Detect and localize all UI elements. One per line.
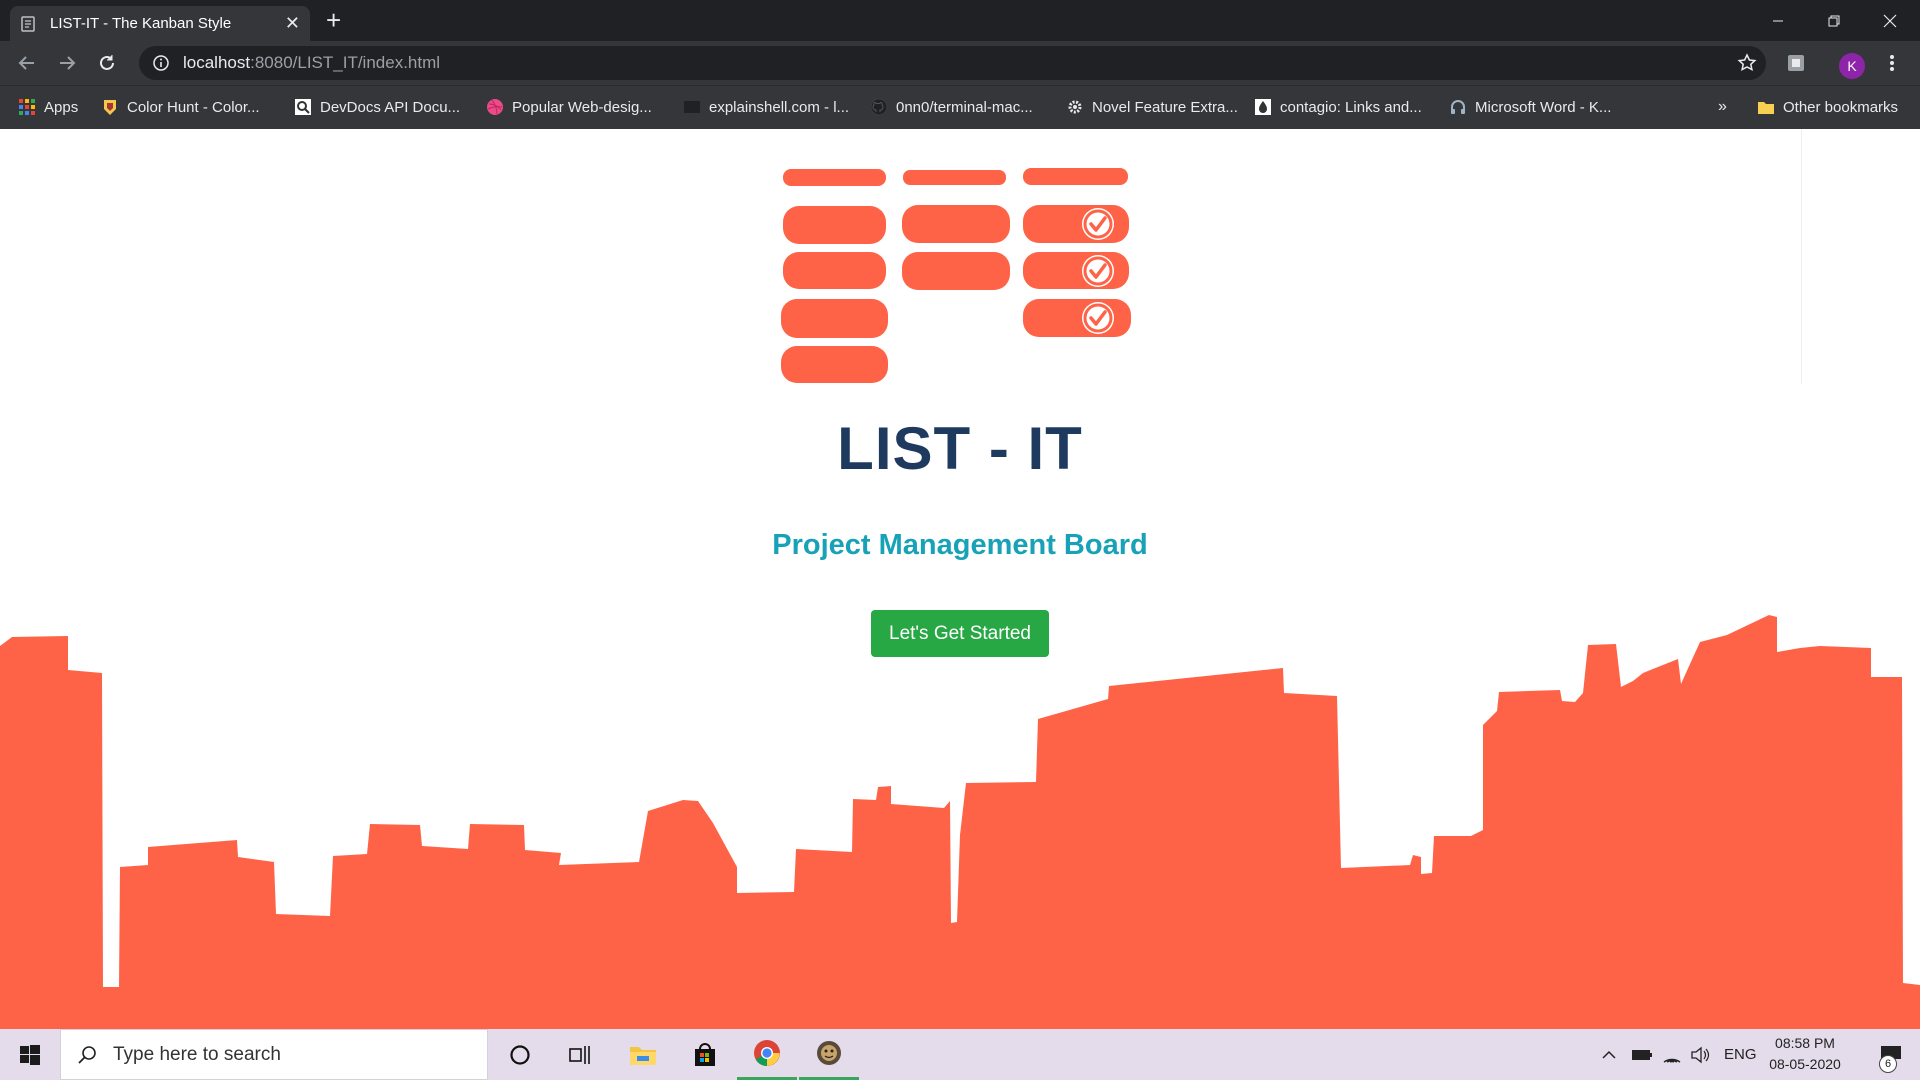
task-view-icon[interactable]: [550, 1029, 610, 1080]
checkmark-icon: [1082, 208, 1114, 240]
color-hunt-icon: [104, 100, 116, 115]
bookmark-label: Novel Feature Extra...: [1092, 98, 1238, 116]
bookmark-devdocs[interactable]: DevDocs API Docu...: [294, 86, 460, 128]
clock-date: 08-05-2020: [1769, 1056, 1841, 1072]
bookmark-contagio[interactable]: contagio: Links and...: [1254, 86, 1422, 128]
page-subtitle: Project Management Board: [772, 529, 1148, 561]
page-title: LIST - IT: [837, 415, 1083, 482]
bookmark-color-hunt[interactable]: Color Hunt - Color...: [101, 86, 260, 128]
bookmarks-bar: Apps Color Hunt - Color... DevDocs API D…: [0, 85, 1920, 129]
bookmark-label: contagio: Links and...: [1280, 98, 1422, 116]
browser-tabstrip: LIST-IT - The Kanban Style ✕ +: [0, 0, 1920, 41]
bookmark-label: DevDocs API Docu...: [320, 98, 461, 116]
bookmark-label: Microsoft Word - K...: [1475, 98, 1612, 116]
bookmark-apps[interactable]: Apps: [18, 86, 78, 128]
chrome-icon[interactable]: [737, 1029, 797, 1080]
browser-tab-active[interactable]: LIST-IT - The Kanban Style ✕: [10, 6, 310, 41]
volume-icon[interactable]: [1690, 1029, 1710, 1080]
search-icon: [78, 1045, 96, 1064]
bookmarks-overflow-button[interactable]: »: [1718, 86, 1727, 128]
kanban-board-logo: [781, 168, 1131, 383]
cortana-icon[interactable]: [490, 1029, 550, 1080]
notification-count-badge: 6: [1879, 1055, 1897, 1073]
minimize-icon[interactable]: [1750, 0, 1806, 41]
github-icon: [870, 98, 888, 116]
checkmark-icon: [1082, 255, 1114, 287]
bookmark-dribbble[interactable]: Popular Web-desig...: [486, 86, 652, 128]
taskbar-search-input[interactable]: Type here to search: [60, 1029, 488, 1080]
headphones-icon: [1451, 100, 1465, 114]
contagio-icon: [1255, 99, 1271, 115]
dribbble-icon: [487, 99, 503, 115]
folder-icon: [1758, 102, 1774, 114]
bookmark-label: Popular Web-desig...: [512, 98, 652, 116]
bookmark-github[interactable]: 0nn0/terminal-mac...: [870, 86, 1033, 128]
bookmark-star-icon[interactable]: [1729, 41, 1765, 85]
tab-close-icon[interactable]: ✕: [285, 13, 300, 34]
reload-icon[interactable]: [89, 41, 125, 85]
profile-avatar[interactable]: K: [1839, 53, 1865, 79]
restore-icon[interactable]: [1806, 0, 1862, 41]
address-bar[interactable]: localhost:8080/LIST_IT/index.html: [139, 46, 1766, 80]
explainshell-icon: [684, 101, 700, 113]
browser-toolbar: localhost:8080/LIST_IT/index.html: [0, 41, 1920, 85]
tab-title: LIST-IT - The Kanban Style: [50, 15, 232, 32]
new-tab-icon[interactable]: +: [326, 6, 341, 34]
bookmark-explainshell[interactable]: explainshell.com - l...: [683, 86, 849, 128]
checkmark-icon: [1082, 302, 1114, 334]
url-host: localhost: [183, 53, 251, 72]
page-viewport: LIST - IT Project Management Board Let's…: [0, 129, 1920, 1029]
bookmark-microsoft-word[interactable]: Microsoft Word - K...: [1449, 86, 1611, 128]
bookmark-label: Apps: [44, 98, 79, 116]
bookmark-label: Other bookmarks: [1783, 98, 1899, 116]
bookmark-other-bookmarks[interactable]: Other bookmarks: [1757, 86, 1898, 128]
site-info-icon[interactable]: [153, 55, 169, 71]
battery-icon[interactable]: [1631, 1029, 1653, 1080]
language-indicator[interactable]: ENG: [1724, 1029, 1757, 1080]
page-favicon-icon: [21, 15, 35, 32]
search-placeholder: Type here to search: [113, 1043, 281, 1065]
get-started-button[interactable]: Let's Get Started: [871, 610, 1049, 657]
close-window-icon[interactable]: [1862, 0, 1918, 41]
forward-icon[interactable]: [49, 41, 85, 85]
microsoft-store-icon[interactable]: [675, 1029, 735, 1080]
windows-taskbar: Type here to search ENG 08:58 PM 08-05-2…: [0, 1029, 1920, 1080]
url-path: :8080/LIST_IT/index.html: [250, 53, 441, 72]
devdocs-icon: [295, 99, 311, 115]
taskbar-clock[interactable]: 08:58 PM 08-05-2020: [1760, 1033, 1850, 1075]
browser-menu-icon[interactable]: [1874, 41, 1910, 85]
bookmark-label: Color Hunt - Color...: [127, 98, 260, 116]
file-explorer-icon[interactable]: [613, 1029, 673, 1080]
gear-icon: [1068, 100, 1082, 114]
bookmark-label: explainshell.com - l...: [709, 98, 850, 116]
apps-grid-icon: [19, 99, 35, 115]
tray-overflow-icon[interactable]: [1601, 1029, 1617, 1080]
back-icon[interactable]: [9, 41, 45, 85]
extension-icon[interactable]: [1778, 41, 1814, 85]
wifi-icon[interactable]: [1662, 1029, 1682, 1080]
bookmark-novel-feature[interactable]: Novel Feature Extra...: [1066, 86, 1238, 128]
windows-start-icon[interactable]: [0, 1029, 60, 1080]
app-mascot-icon[interactable]: [799, 1029, 859, 1080]
clock-time: 08:58 PM: [1775, 1035, 1835, 1051]
bookmark-label: 0nn0/terminal-mac...: [896, 98, 1033, 116]
